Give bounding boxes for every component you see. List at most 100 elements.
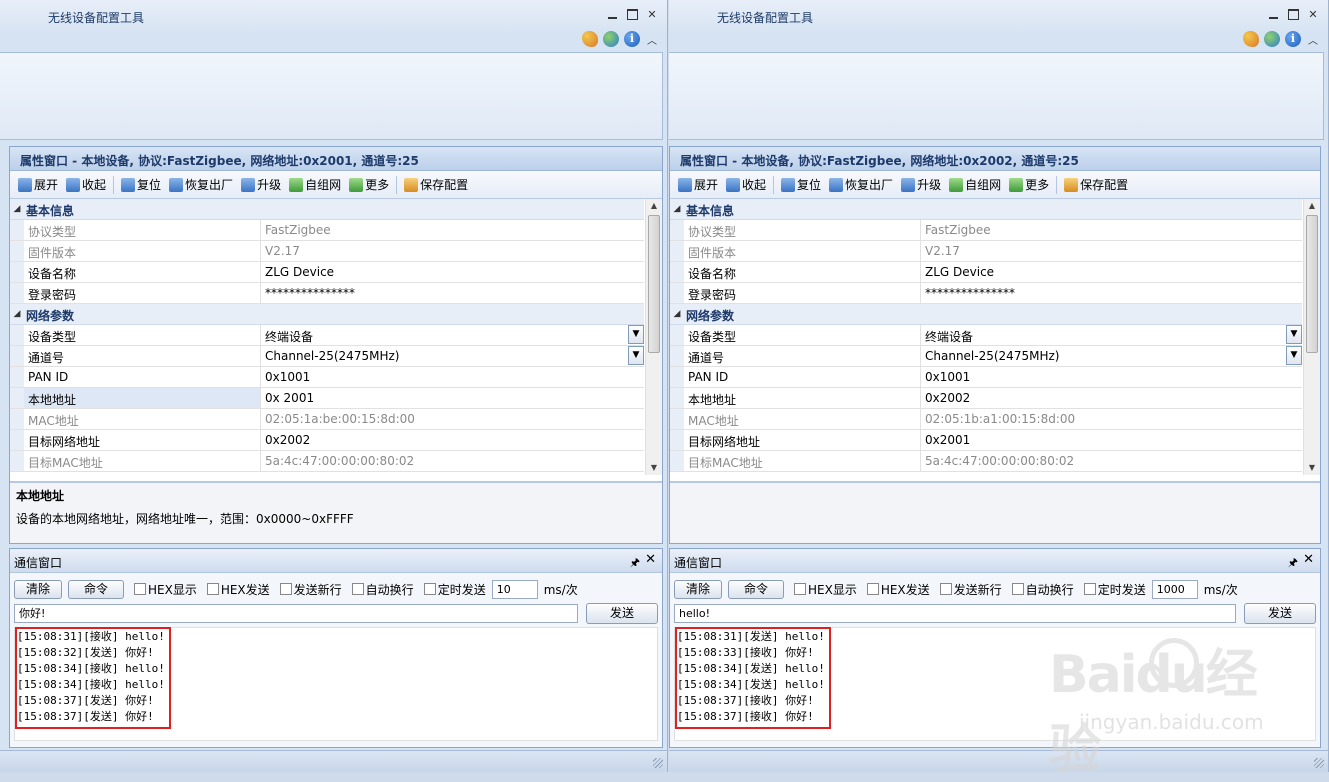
factory-reset-button[interactable]: 恢复出厂 xyxy=(825,174,897,196)
property-row[interactable]: PAN ID 0x1001 xyxy=(10,367,644,388)
dropdown-arrow-icon[interactable]: ▼ xyxy=(628,325,644,344)
maximize-button[interactable] xyxy=(1286,8,1300,21)
palette-icon[interactable] xyxy=(1243,31,1259,47)
palette-icon[interactable] xyxy=(582,31,598,47)
message-log[interactable]: [15:08:31][发送] hello! [15:08:33][接收] 你好! [… xyxy=(674,627,1316,741)
globe-icon[interactable] xyxy=(1264,31,1280,47)
upgrade-button[interactable]: 升级 xyxy=(237,174,285,196)
hex-display-checkbox[interactable]: HEX显示 xyxy=(794,581,857,598)
self-network-button[interactable]: 自组网 xyxy=(285,174,345,196)
property-value[interactable]: Channel-25(2475MHz) ▼ xyxy=(261,346,644,366)
checkbox-box[interactable] xyxy=(794,583,806,595)
property-row[interactable]: 固件版本 V2.17 xyxy=(10,241,644,262)
interval-input[interactable]: 10 xyxy=(491,579,538,599)
property-row[interactable]: 通道号 Channel-25(2475MHz) ▼ xyxy=(10,346,644,367)
dropdown-arrow-icon[interactable]: ▼ xyxy=(1286,325,1302,344)
message-log[interactable]: [15:08:31][接收] hello! [15:08:32][发送] 你好! [… xyxy=(14,627,658,741)
category-net[interactable]: ◢ 网络参数 xyxy=(10,304,644,325)
timed-send-checkbox[interactable]: 定时发送 xyxy=(423,581,486,598)
dropdown-arrow-icon[interactable]: ▼ xyxy=(1286,346,1302,365)
property-value[interactable]: 0x1001 xyxy=(921,367,1302,387)
category-basic[interactable]: ◢ 基本信息 xyxy=(670,199,1302,220)
minimize-button[interactable] xyxy=(1266,8,1280,21)
property-row[interactable]: 目标网络地址 0x2002 xyxy=(10,430,644,451)
property-row[interactable]: 固件版本 V2.17 xyxy=(670,241,1302,262)
scroll-down-icon[interactable]: ▼ xyxy=(1304,461,1320,475)
hex-send-checkbox[interactable]: HEX发送 xyxy=(866,581,930,598)
scroll-up-icon[interactable]: ▲ xyxy=(1304,199,1320,213)
close-button[interactable]: ✕ xyxy=(645,8,659,21)
collapse-button[interactable]: 收起 xyxy=(722,174,770,196)
info-icon[interactable]: i xyxy=(1285,31,1301,47)
property-value[interactable]: 0x2002 xyxy=(921,388,1302,408)
property-value[interactable]: 0x 2001 xyxy=(261,388,644,408)
expand-button[interactable]: 展开 xyxy=(674,174,722,196)
more-button[interactable]: 更多 xyxy=(1005,174,1053,196)
collapse-triangle-icon[interactable]: ◢ xyxy=(10,304,24,324)
dropdown-arrow-icon[interactable]: ▼ xyxy=(628,346,644,365)
property-row[interactable]: MAC地址 02:05:1a:be:00:15:8d:00 xyxy=(10,409,644,430)
property-value[interactable]: 0x2002 xyxy=(261,430,644,450)
collapse-button[interactable]: 收起 xyxy=(62,174,110,196)
chevron-up-icon[interactable]: ︿ xyxy=(645,32,659,47)
clear-button[interactable]: 清除 xyxy=(674,579,722,599)
info-icon[interactable]: i xyxy=(624,31,640,47)
close-icon[interactable]: ✕ xyxy=(1303,552,1314,567)
more-button[interactable]: 更多 xyxy=(345,174,393,196)
property-value[interactable]: FastZigbee xyxy=(261,220,644,240)
send-button[interactable]: 发送 xyxy=(586,602,658,624)
property-value[interactable]: FastZigbee xyxy=(921,220,1302,240)
checkbox-box[interactable] xyxy=(866,583,879,595)
collapse-triangle-icon[interactable]: ◢ xyxy=(10,199,24,219)
expand-button[interactable]: 展开 xyxy=(14,174,62,196)
auto-wrap-checkbox[interactable]: 自动换行 xyxy=(351,581,414,598)
resize-grip-icon[interactable] xyxy=(1314,758,1324,768)
send-input[interactable]: hello! xyxy=(674,603,1236,623)
property-value[interactable]: 终端设备 ▼ xyxy=(921,325,1302,345)
property-value[interactable]: 终端设备 ▼ xyxy=(261,325,644,345)
upgrade-button[interactable]: 升级 xyxy=(897,174,945,196)
category-net[interactable]: ◢ 网络参数 xyxy=(670,304,1302,325)
property-value[interactable]: Channel-25(2475MHz) ▼ xyxy=(921,346,1302,366)
checkbox-box[interactable] xyxy=(279,583,292,595)
property-row[interactable]: 设备名称 ZLG Device xyxy=(10,262,644,283)
property-row[interactable]: MAC地址 02:05:1b:a1:00:15:8d:00 xyxy=(670,409,1302,430)
checkbox-box[interactable] xyxy=(134,583,146,595)
reset-button[interactable]: 复位 xyxy=(777,174,825,196)
property-grid-scrollbar[interactable]: ▲ ▼ xyxy=(645,199,662,475)
clear-button[interactable]: 清除 xyxy=(14,579,62,599)
maximize-button[interactable] xyxy=(625,8,639,21)
property-row[interactable]: 目标MAC地址 5a:4c:47:00:00:00:80:02 xyxy=(670,451,1302,472)
close-icon[interactable]: ✕ xyxy=(645,552,656,567)
checkbox-box[interactable] xyxy=(1011,583,1024,595)
pin-icon[interactable]: 🖈 xyxy=(630,554,640,573)
send-newline-checkbox[interactable]: 发送新行 xyxy=(939,581,1002,598)
hex-send-checkbox[interactable]: HEX发送 xyxy=(206,581,270,598)
property-row[interactable]: 协议类型 FastZigbee xyxy=(670,220,1302,241)
checkbox-box[interactable] xyxy=(939,583,952,595)
property-value[interactable]: *************** xyxy=(261,283,644,303)
minimize-button[interactable] xyxy=(605,8,619,21)
property-row[interactable]: 协议类型 FastZigbee xyxy=(10,220,644,241)
property-grid-scrollbar[interactable]: ▲ ▼ xyxy=(1303,199,1320,475)
scroll-thumb[interactable] xyxy=(648,215,660,353)
checkbox-box[interactable] xyxy=(206,583,219,595)
property-row[interactable]: 目标MAC地址 5a:4c:47:00:00:00:80:02 xyxy=(10,451,644,472)
send-button[interactable]: 发送 xyxy=(1244,602,1316,624)
property-value[interactable]: ZLG Device xyxy=(921,262,1302,282)
collapse-triangle-icon[interactable]: ◢ xyxy=(670,304,684,324)
property-value[interactable]: V2.17 xyxy=(261,241,644,261)
property-value[interactable]: 5a:4c:47:00:00:00:80:02 xyxy=(261,451,644,471)
property-row[interactable]: 设备类型 终端设备 ▼ xyxy=(670,325,1302,346)
property-row[interactable]: 登录密码 *************** xyxy=(670,283,1302,304)
resize-grip-icon[interactable] xyxy=(653,758,663,768)
property-row[interactable]: PAN ID 0x1001 xyxy=(670,367,1302,388)
interval-input[interactable]: 1000 xyxy=(1151,579,1198,599)
property-value[interactable]: 0x1001 xyxy=(261,367,644,387)
property-row[interactable]: 设备名称 ZLG Device xyxy=(670,262,1302,283)
property-row[interactable]: 本地地址 0x2002 xyxy=(670,388,1302,409)
command-button[interactable]: 命令 xyxy=(68,579,124,599)
scroll-up-icon[interactable]: ▲ xyxy=(646,199,662,213)
send-input[interactable]: 你好! xyxy=(14,603,578,623)
property-row[interactable]: 目标网络地址 0x2001 xyxy=(670,430,1302,451)
